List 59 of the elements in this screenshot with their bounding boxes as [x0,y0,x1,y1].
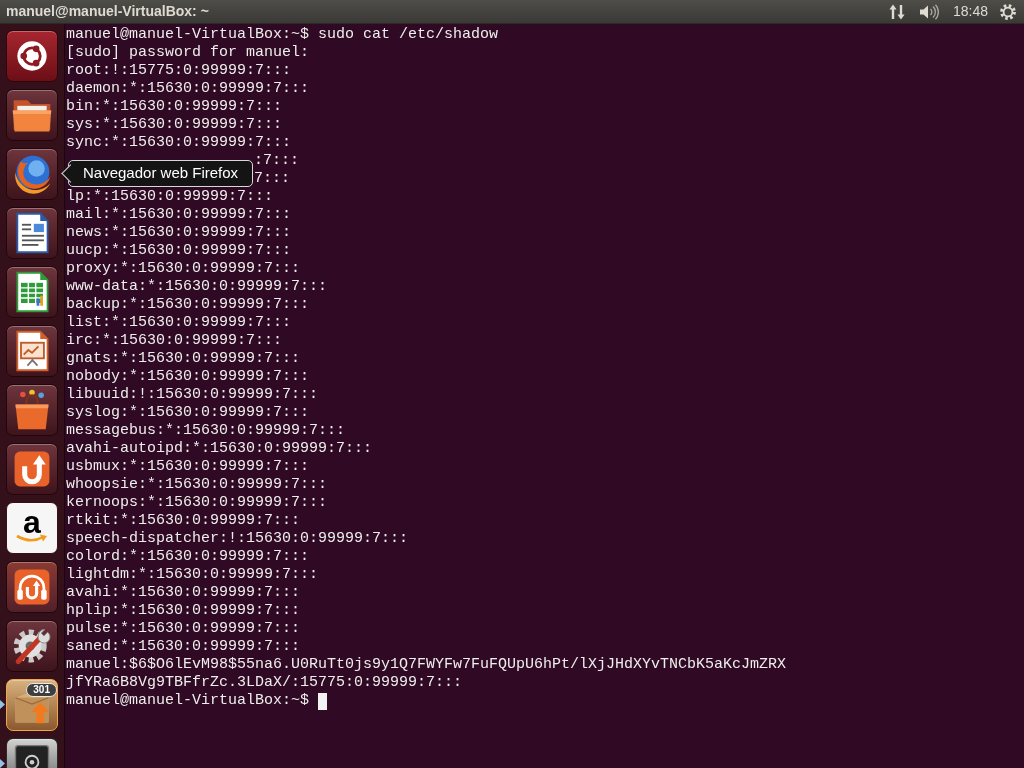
terminal-line: backup:*:15630:0:99999:7::: [66,296,310,314]
launcher-button[interactable] [6,30,58,82]
terminal-line: uucp:*:15630:0:99999:7::: [66,242,292,260]
launcher-button[interactable] [6,384,58,436]
settings-icon[interactable] [1000,3,1016,20]
notification-count: 301 [26,683,57,697]
launcher-button[interactable] [6,561,58,613]
launcher-button[interactable]: a [6,502,58,554]
terminal-line: colord:*:15630:0:99999:7::: [66,548,310,566]
terminal-line: pulse:*:15630:0:99999:7::: [66,620,301,638]
terminal-line: root:!:15775:0:99999:7::: [66,62,292,80]
block-cursor-icon [318,692,328,710]
terminal-line: avahi:*:15630:0:99999:7::: [66,584,301,602]
launcher-button[interactable] [6,89,58,141]
launcher-button[interactable] [6,620,58,672]
terminal-line: sys:*:15630:0:99999:7::: [66,116,283,134]
terminal-line: nobody:*:15630:0:99999:7::: [66,368,310,386]
launcher-button[interactable] [6,148,58,200]
terminal-line: irc:*:15630:0:99999:7::: [66,332,283,350]
terminal-line: usbmux:*:15630:0:99999:7::: [66,458,310,476]
launcher-button[interactable] [6,325,58,377]
smile-arrow-icon [16,534,48,543]
terminal-line: jfYRa6B8Vg9TBFfrZc.3LDaX/:15775:0:99999:7::: [66,674,463,692]
terminal-line: [sudo] password for manuel: [66,44,310,62]
window-title: manuel@manuel-VirtualBox: ~ [6,2,209,21]
terminal-line: daemon:*:15630:0:99999:7::: [66,80,310,98]
launcher-button[interactable] [6,738,58,768]
terminal-line: proxy:*:15630:0:99999:7::: [66,260,301,278]
launcher-button[interactable] [6,266,58,318]
launcher-button[interactable] [6,207,58,259]
terminal-line: avahi-autoipd:*:15630:0:99999:7::: [66,440,373,458]
terminal-line: syslog:*:15630:0:99999:7::: [66,404,310,422]
terminal-line: news:*:15630:0:99999:7::: [66,224,292,242]
terminal-line: sync:*:15630:0:99999:7::: [66,134,292,152]
terminal-line: www-data:*:15630:0:99999:7::: [66,278,328,296]
volume-icon[interactable] [918,3,939,20]
terminal-line: libuuid:!:15630:0:99999:7::: [66,386,319,404]
terminal-line: mail:*:15630:0:99999:7::: [66,206,292,224]
terminal-line: list:*:15630:0:99999:7::: [66,314,292,332]
launcher-button[interactable]: 301 [6,679,58,731]
terminal-line: messagebus:*:15630:0:99999:7::: [66,422,346,440]
terminal-line: gnats:*:15630:0:99999:7::: [66,350,301,368]
launcher-button[interactable] [6,443,58,495]
terminal-line: rtkit:*:15630:0:99999:7::: [66,512,301,530]
terminal-line: manuel@manuel-VirtualBox:~$ sudo cat /etc/shadow [66,26,499,44]
terminal-line: speech-dispatcher:!:15630:0:99999:7::: [66,530,409,548]
terminal-line: lightdm:*:15630:0:99999:7::: [66,566,319,584]
terminal-line: 7::: [254,170,290,188]
terminal-line: saned:*:15630:0:99999:7::: [66,638,301,656]
clock[interactable]: 18:48 [952,1,988,22]
terminal-line: :7::: [254,152,299,170]
terminal-line: manuel:$6$O6lEvM98$55na6.U0RuTt0js9y1Q7FWYFw7FuFQUpU6hPt/lXjJHdXYvTNCbK5aKcJmZRX [66,656,787,674]
terminal-line: manuel@manuel-VirtualBox:~$ [66,692,310,710]
terminal-line: whoopsie:*:15630:0:99999:7::: [66,476,328,494]
terminal-line: lp:*:15630:0:99999:7::: [66,188,274,206]
up-down-arrows-icon[interactable] [888,3,905,20]
terminal-line: hplip:*:15630:0:99999:7::: [66,602,301,620]
terminal-line: kernoops:*:15630:0:99999:7::: [66,494,328,512]
terminal-line: bin:*:15630:0:99999:7::: [66,98,283,116]
